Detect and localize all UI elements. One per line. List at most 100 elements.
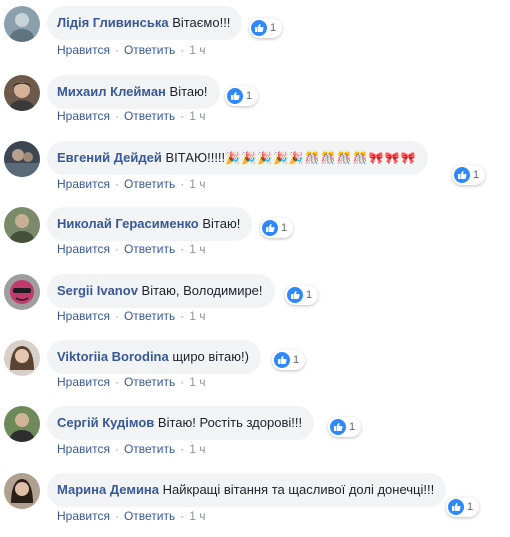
comment-text: Вітаю!	[169, 84, 208, 99]
avatar-photo	[4, 473, 40, 509]
like-link[interactable]: Нравится	[57, 242, 110, 256]
thumbs-up-icon	[274, 352, 290, 368]
comment-actions: Нравится · Ответить · 1 ч	[57, 375, 206, 389]
comment-actions: Нравится · Ответить · 1 ч	[57, 109, 206, 123]
like-link[interactable]: Нравится	[57, 43, 110, 57]
separator: ·	[114, 43, 119, 57]
comment-bubble: Марина Демина Найкращі вітання та щаслив…	[47, 473, 447, 507]
avatar[interactable]	[4, 207, 40, 243]
thumbs-up-icon	[262, 220, 278, 236]
comment-bubble: Николай Герасименко Вітаю!	[47, 207, 253, 241]
separator: ·	[114, 509, 119, 523]
reaction-badge[interactable]: 1	[328, 417, 362, 437]
reaction-badge[interactable]: 1	[249, 18, 283, 38]
comment-bubble: Sergii Ivanov Вітаю, Володимире!	[47, 274, 275, 308]
reaction-count: 1	[306, 289, 313, 301]
comment-emoji: 🎉🎉🎉🎉🎉🎊🎊🎊🎊🎀🎀🎀	[225, 151, 417, 165]
comment-time[interactable]: 1 ч	[189, 309, 205, 323]
comment-time[interactable]: 1 ч	[189, 109, 205, 123]
comment-text: Вітаю, Володимире!	[141, 283, 263, 298]
reaction-badge[interactable]: 1	[285, 285, 319, 305]
like-link[interactable]: Нравится	[57, 109, 110, 123]
comment-time[interactable]: 1 ч	[189, 442, 205, 456]
separator: ·	[114, 375, 119, 389]
reply-link[interactable]: Ответить	[124, 442, 175, 456]
avatar-photo	[4, 75, 40, 111]
avatar[interactable]	[4, 340, 40, 376]
separator: ·	[180, 43, 185, 57]
comment-author[interactable]: Николай Герасименко	[57, 216, 199, 231]
reply-link[interactable]: Ответить	[124, 309, 175, 323]
comment-actions: Нравится · Ответить · 1 ч	[57, 177, 206, 191]
comment-author[interactable]: Сергій Кудімов	[57, 415, 154, 430]
comment-author[interactable]: Sergii Ivanov	[57, 283, 138, 298]
reaction-count: 1	[293, 354, 300, 366]
avatar[interactable]	[4, 406, 40, 442]
like-link[interactable]: Нравится	[57, 509, 110, 523]
reply-link[interactable]: Ответить	[124, 509, 175, 523]
comment-thread: Лідія Гливинська Вітаємо!!! 1 Нравится · О…	[0, 0, 510, 537]
comment-time[interactable]: 1 ч	[189, 242, 205, 256]
reaction-count: 1	[270, 22, 277, 34]
thumbs-up-icon	[330, 419, 346, 435]
comment-bubble: Лідія Гливинська Вітаємо!!!	[47, 6, 243, 40]
reaction-badge[interactable]: 1	[225, 86, 259, 106]
comment-actions: Нравится · Ответить · 1 ч	[57, 242, 206, 256]
avatar[interactable]	[4, 75, 40, 111]
separator: ·	[180, 375, 185, 389]
avatar-photo	[4, 274, 40, 310]
separator: ·	[114, 177, 119, 191]
like-link[interactable]: Нравится	[57, 375, 110, 389]
reply-link[interactable]: Ответить	[124, 375, 175, 389]
comment-text: Вітаємо!!!	[172, 15, 231, 30]
comment-author[interactable]: Марина Демина	[57, 482, 159, 497]
reply-link[interactable]: Ответить	[124, 109, 175, 123]
comment-bubble: Евгений Дейдей ВІТАЮ!!!!!🎉🎉🎉🎉🎉🎊🎊🎊🎊🎀🎀🎀	[47, 141, 429, 175]
separator: ·	[180, 442, 185, 456]
comment-actions: Нравится · Ответить · 1 ч	[57, 43, 206, 57]
thumbs-up-icon	[287, 287, 303, 303]
comment-author[interactable]: Лідія Гливинська	[57, 15, 169, 30]
avatar-photo	[4, 141, 40, 177]
separator: ·	[180, 309, 185, 323]
comment-time[interactable]: 1 ч	[189, 43, 205, 57]
separator: ·	[114, 442, 119, 456]
comment-actions: Нравится · Ответить · 1 ч	[57, 509, 206, 523]
thumbs-up-icon	[227, 88, 243, 104]
comment-actions: Нравится · Ответить · 1 ч	[57, 309, 206, 323]
avatar-photo	[4, 340, 40, 376]
avatar-photo	[4, 6, 40, 42]
avatar[interactable]	[4, 6, 40, 42]
avatar-photo	[4, 207, 40, 243]
avatar[interactable]	[4, 141, 40, 177]
like-link[interactable]: Нравится	[57, 309, 110, 323]
reaction-badge[interactable]: 1	[260, 218, 294, 238]
separator: ·	[180, 177, 185, 191]
reply-link[interactable]: Ответить	[124, 242, 175, 256]
comment-bubble: Сергій Кудімов Вітаю! Ростіть здорові!!!	[47, 406, 315, 440]
thumbs-up-icon	[448, 499, 464, 515]
comment-time[interactable]: 1 ч	[189, 375, 205, 389]
reaction-count: 1	[349, 421, 356, 433]
comment-author[interactable]: Евгений Дейдей	[57, 150, 162, 165]
comment-time[interactable]: 1 ч	[189, 509, 205, 523]
comment-author[interactable]: Viktoriia Borodina	[57, 349, 169, 364]
separator: ·	[180, 509, 185, 523]
reaction-badge[interactable]: 1	[452, 165, 486, 185]
thumbs-up-icon	[251, 20, 267, 36]
comment-text: Вітаю!	[202, 216, 241, 231]
like-link[interactable]: Нравится	[57, 442, 110, 456]
reaction-badge[interactable]: 1	[446, 497, 480, 517]
avatar[interactable]	[4, 473, 40, 509]
separator: ·	[180, 242, 185, 256]
reaction-count: 1	[473, 169, 480, 181]
like-link[interactable]: Нравится	[57, 177, 110, 191]
reply-link[interactable]: Ответить	[124, 177, 175, 191]
comment-author[interactable]: Михаил Клейман	[57, 84, 166, 99]
reply-link[interactable]: Ответить	[124, 43, 175, 57]
reaction-badge[interactable]: 1	[272, 350, 306, 370]
separator: ·	[180, 109, 185, 123]
avatar[interactable]	[4, 274, 40, 310]
comment-time[interactable]: 1 ч	[189, 177, 205, 191]
comment-text: ВІТАЮ!!!!!	[165, 150, 226, 165]
